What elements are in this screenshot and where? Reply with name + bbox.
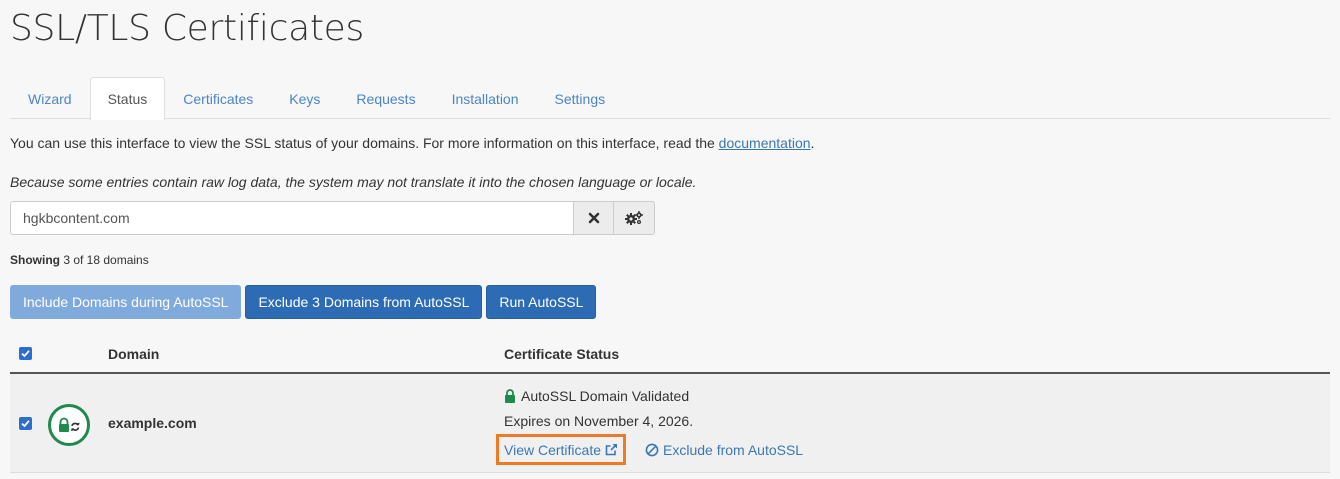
page-title: SSL/TLS Certificates xyxy=(10,8,364,49)
intro-body: You can use this interface to view the S… xyxy=(10,135,719,151)
cogs-icon xyxy=(625,211,643,225)
times-icon xyxy=(588,212,599,224)
domain-name: example.com xyxy=(108,415,197,431)
locale-note: Because some entries contain raw log dat… xyxy=(10,174,697,190)
intro-text: You can use this interface to view the S… xyxy=(10,135,814,151)
showing-text: 3 of 18 domains xyxy=(60,253,149,267)
documentation-link[interactable]: documentation xyxy=(719,135,811,151)
select-all-checkbox[interactable] xyxy=(19,347,32,360)
tab-certificates[interactable]: Certificates xyxy=(165,77,271,119)
search-group xyxy=(10,201,655,235)
tab-bar: Wizard Status Certificates Keys Requests… xyxy=(10,77,1330,120)
ssl-status-avatar xyxy=(48,404,90,446)
tab-keys[interactable]: Keys xyxy=(271,77,338,119)
tab-installation[interactable]: Installation xyxy=(434,77,537,119)
lock-sync-icon xyxy=(59,417,80,432)
intro-end: . xyxy=(810,135,815,151)
table-row: example.com AutoSSL Domain Validated Exp… xyxy=(10,374,1330,473)
status-column-header[interactable]: Certificate Status xyxy=(504,346,619,362)
certificate-status-text: AutoSSL Domain Validated xyxy=(521,388,690,404)
run-autossl-button[interactable]: Run AutoSSL xyxy=(486,285,597,319)
exclude-domains-button[interactable]: Exclude 3 Domains from AutoSSL xyxy=(245,285,483,319)
check-icon xyxy=(21,350,30,358)
tab-wizard[interactable]: Wizard xyxy=(10,77,90,119)
lock-icon xyxy=(505,389,515,403)
clear-search-button[interactable] xyxy=(574,201,614,235)
action-buttons: Include Domains during AutoSSL Exclude 3… xyxy=(10,285,600,319)
exclude-from-autossl-label: Exclude from AutoSSL xyxy=(663,441,804,458)
check-icon xyxy=(21,420,30,428)
exclude-from-autossl-link[interactable]: Exclude from AutoSSL xyxy=(645,442,803,458)
table-header: Domain Certificate Status xyxy=(10,340,1330,374)
view-certificate-label: View Certificate xyxy=(504,441,602,458)
domain-column-header[interactable]: Domain xyxy=(108,346,159,362)
include-domains-button[interactable]: Include Domains during AutoSSL xyxy=(10,285,242,319)
tab-settings[interactable]: Settings xyxy=(537,77,624,119)
view-certificate-link[interactable]: View Certificate xyxy=(496,434,627,465)
row-links: View Certificate Exclude from AutoSSL xyxy=(496,434,803,465)
row-checkbox[interactable] xyxy=(19,417,32,430)
domains-table: Domain Certificate Status example.com Au… xyxy=(10,340,1330,473)
tab-status[interactable]: Status xyxy=(89,77,166,120)
tab-requests[interactable]: Requests xyxy=(338,77,433,119)
search-options-button[interactable] xyxy=(614,201,655,235)
showing-label: Showing xyxy=(10,253,60,267)
certificate-status: AutoSSL Domain Validated xyxy=(504,388,689,404)
external-link-icon xyxy=(605,443,618,456)
showing-count: Showing 3 of 18 domains xyxy=(10,253,149,267)
certificate-expiry: Expires on November 4, 2026. xyxy=(504,413,694,429)
ban-icon xyxy=(645,443,659,456)
search-input[interactable] xyxy=(10,201,574,235)
